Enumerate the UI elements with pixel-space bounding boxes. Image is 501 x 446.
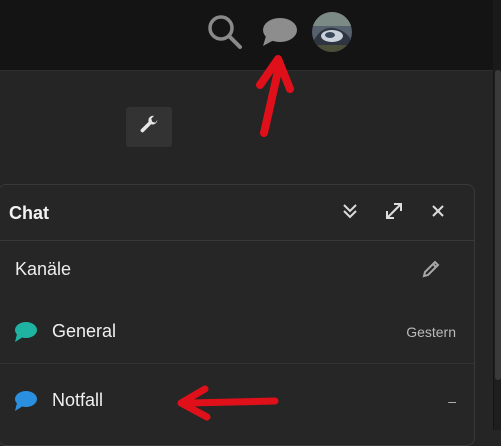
chat-header: Chat: [0, 185, 474, 241]
chat-bubble-icon: [13, 321, 37, 343]
chat-panel: Chat Kanäle General Gestern Notfall –: [0, 184, 475, 446]
channel-name: General: [52, 321, 117, 341]
channel-time: –: [448, 393, 456, 409]
scrollbar-thumb[interactable]: [495, 70, 501, 380]
chat-bubble-icon[interactable]: [260, 16, 298, 48]
channels-title: Kanäle: [15, 259, 72, 279]
expand-button[interactable]: [383, 202, 405, 224]
scrollbar[interactable]: [493, 70, 501, 430]
close-icon: [430, 203, 446, 224]
chat-title: Chat: [9, 203, 49, 223]
collapse-button[interactable]: [339, 202, 361, 224]
search-icon[interactable]: [206, 13, 244, 51]
channel-item-general[interactable]: General Gestern: [0, 301, 474, 364]
close-button[interactable]: [427, 202, 449, 224]
wrench-button[interactable]: [126, 107, 172, 147]
avatar[interactable]: [312, 12, 352, 52]
channel-name: Notfall: [52, 390, 104, 410]
channel-time: Gestern: [406, 324, 456, 340]
chat-bubble-icon: [13, 390, 37, 412]
wrench-icon: [138, 114, 160, 141]
collapse-icon: [341, 202, 359, 225]
pencil-icon: [420, 260, 442, 284]
channel-item-notfall[interactable]: Notfall –: [0, 370, 474, 432]
expand-icon: [384, 201, 404, 226]
scrollbar-top: [493, 0, 501, 70]
top-bar: [0, 0, 493, 71]
edit-channels-button[interactable]: [420, 258, 442, 280]
